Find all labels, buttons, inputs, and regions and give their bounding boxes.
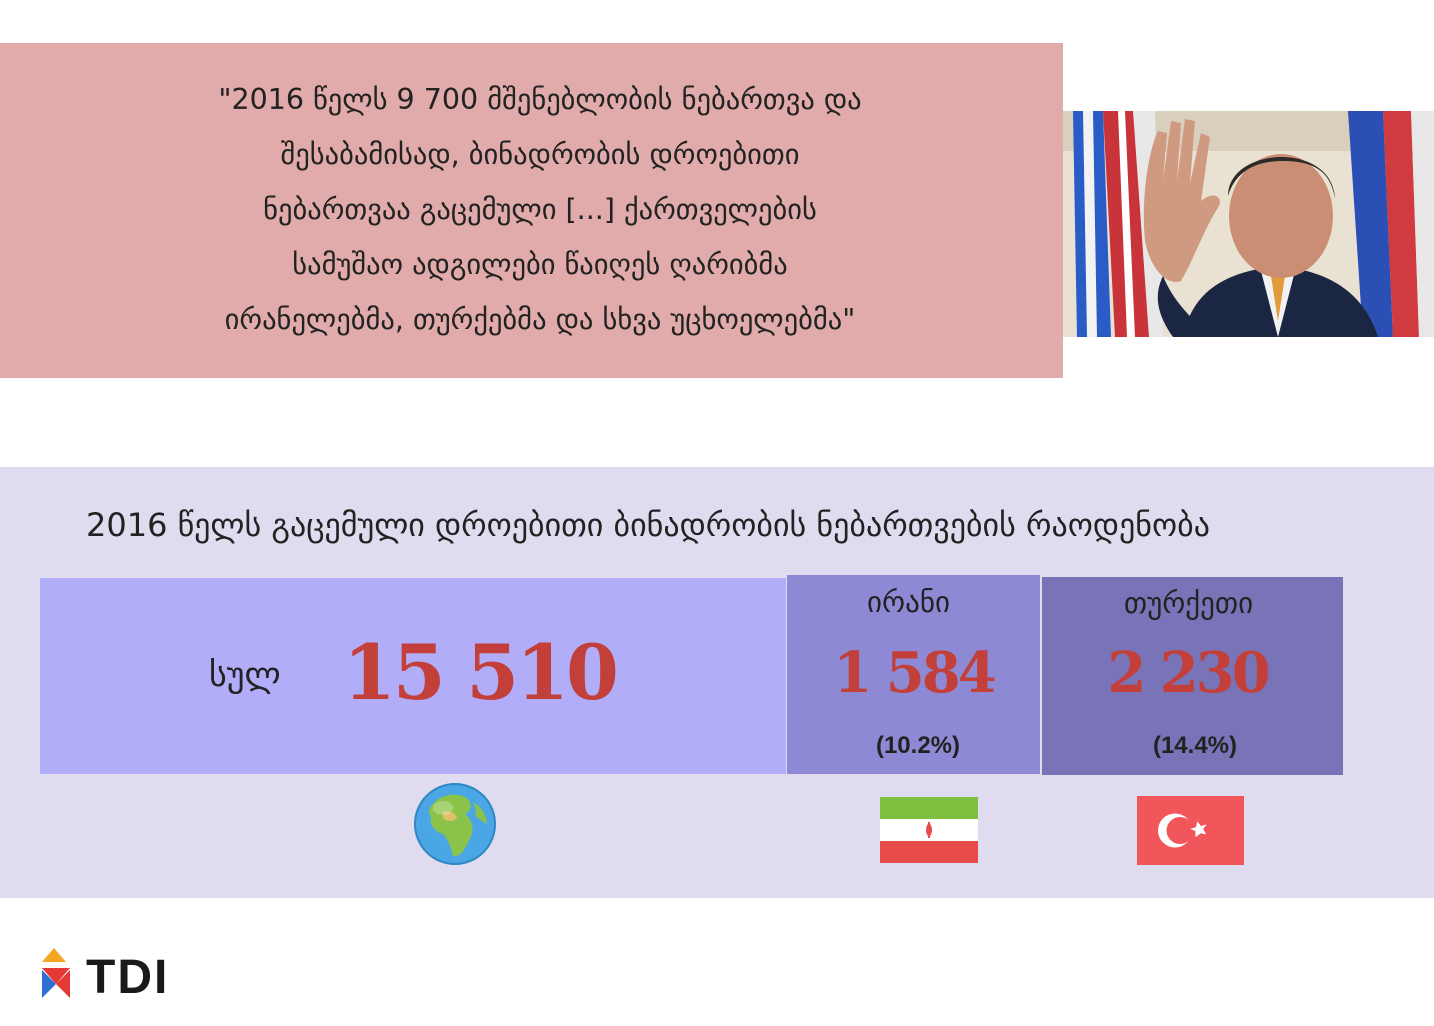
turkey-label: თურქეთი (1123, 586, 1254, 620)
globe-icon (413, 782, 497, 866)
iran-value: 1 584 (833, 640, 996, 706)
logo-text: TDI (86, 951, 170, 1004)
iran-label: ირანი (867, 585, 950, 619)
world-total-value: 15 510 (343, 628, 619, 717)
speaker-photo (1063, 111, 1434, 337)
quote-line: სამუშაო ადგილები წაიღეს ღარიბმა (292, 248, 788, 281)
iran-percent: (10.2%) (875, 732, 961, 759)
turkey-value: 2 230 (1107, 640, 1270, 706)
quote-text: "2016 წელს 9 700 მშენებლობის ნებართვა და… (90, 72, 990, 347)
turkey-flag-icon (1137, 796, 1244, 865)
quote-line: ირანელებმა, თურქებმა და სხვა უცხოელებმა" (224, 303, 856, 336)
quote-line: შესაბამისად, ბინადრობის დროებითი (280, 138, 800, 171)
quote-line: "2016 წელს 9 700 მშენებლობის ნებართვა და (218, 83, 862, 116)
stats-title: 2016 წელს გაცემული დროებითი ბინადრობის ნ… (86, 506, 1210, 544)
iran-flag-icon (880, 797, 978, 863)
turkey-percent: (14.4%) (1152, 732, 1238, 759)
world-total-label: სულ (209, 655, 281, 695)
quote-line: ნებართვაა გაცემული [...] ქართველების (263, 193, 817, 226)
